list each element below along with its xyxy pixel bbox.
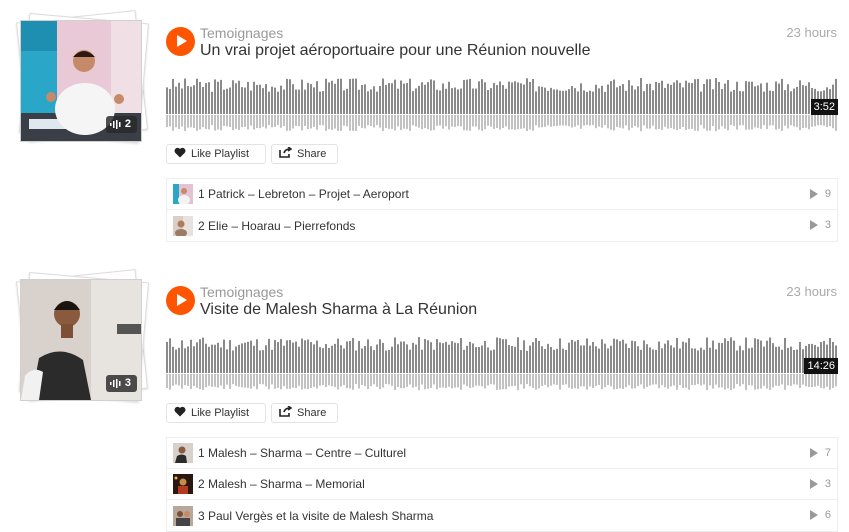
track-title: 3 Paul Vergès et la visite de Malesh Sha…: [198, 508, 434, 523]
playlist-user[interactable]: Temoignages: [200, 25, 283, 41]
share-icon: [279, 405, 293, 420]
track-list: 1 Patrick – Lebreton – Projet – Aeroport…: [166, 178, 838, 242]
share-label: Share: [297, 407, 327, 419]
track-title: 1 Malesh – Sharma – Centre – Culturel: [198, 446, 407, 460]
track-row[interactable]: 3 Paul Vergès et la visite de Malesh Sha…: [167, 500, 837, 531]
like-label: Like Playlist: [191, 148, 250, 160]
waveform[interactable]: [166, 76, 838, 132]
track-row[interactable]: 2 Elie – Hoarau – Pierrefonds 3: [167, 210, 837, 241]
playlist-artwork[interactable]: 2: [14, 8, 150, 148]
playlist-timestamp: 23 hours: [786, 25, 837, 40]
track-list: 1 Malesh – Sharma – Centre – Culturel 7 …: [166, 437, 838, 532]
play-count: 7: [824, 447, 831, 459]
track-plays: 3: [809, 469, 831, 499]
track-count-badge: 3: [105, 375, 137, 392]
share-icon: [279, 146, 293, 161]
play-button[interactable]: [166, 286, 195, 315]
duration-label: 14:26: [804, 358, 838, 374]
waveform-count-icon: [109, 379, 121, 388]
track-plays: 7: [809, 438, 831, 468]
play-count-icon: [809, 510, 818, 520]
track-row[interactable]: 1 Malesh – Sharma – Centre – Culturel 7: [167, 438, 837, 469]
share-label: Share: [297, 148, 327, 160]
playlist-artwork[interactable]: 3: [14, 267, 150, 407]
like-playlist-button[interactable]: Like Playlist: [166, 403, 266, 423]
playlist-title[interactable]: Visite de Malesh Sharma à La Réunion: [200, 301, 477, 319]
play-count: 9: [824, 188, 831, 200]
track-plays: 6: [809, 500, 831, 530]
artwork-image: 3: [20, 279, 142, 401]
track-title: 2 Malesh – Sharma – Memorial: [198, 477, 365, 491]
share-button[interactable]: Share: [271, 403, 338, 423]
track-plays: 9: [809, 179, 831, 209]
play-count: 3: [824, 478, 831, 490]
track-title: 2 Elie – Hoarau – Pierrefonds: [198, 218, 356, 233]
track-thumbnail: [173, 184, 193, 204]
playlist-timestamp: 23 hours: [786, 284, 837, 299]
play-count-icon: [809, 448, 818, 458]
waveform-count-icon: [109, 120, 121, 129]
track-plays: 3: [809, 210, 831, 240]
play-count: 6: [824, 509, 831, 521]
play-count-icon: [809, 220, 818, 230]
playlist-title[interactable]: Un vrai projet aéroportuaire pour une Ré…: [200, 42, 590, 60]
heart-icon: [174, 406, 186, 420]
share-button[interactable]: Share: [271, 144, 338, 164]
play-count-icon: [809, 479, 818, 489]
playlist-user[interactable]: Temoignages: [200, 284, 283, 300]
track-title: 1 Patrick – Lebreton – Projet – Aeroport: [198, 187, 409, 201]
like-label: Like Playlist: [191, 407, 250, 419]
track-thumbnail: [173, 474, 193, 494]
waveform[interactable]: [166, 335, 838, 391]
track-thumbnail: [173, 505, 193, 526]
track-row[interactable]: 1 Patrick – Lebreton – Projet – Aeroport…: [167, 179, 837, 210]
artwork-image: 2: [20, 20, 142, 142]
play-button[interactable]: [166, 27, 195, 56]
heart-icon: [174, 147, 186, 161]
track-count-badge: 2: [105, 116, 137, 133]
track-row[interactable]: 2 Malesh – Sharma – Memorial 3: [167, 469, 837, 500]
duration-label: 3:52: [810, 99, 838, 115]
track-thumbnail: [173, 443, 193, 463]
play-count-icon: [809, 189, 818, 199]
play-count: 3: [824, 219, 831, 231]
track-count: 3: [124, 377, 131, 389]
track-count: 2: [124, 118, 131, 130]
track-thumbnail: [173, 215, 193, 236]
like-playlist-button[interactable]: Like Playlist: [166, 144, 266, 164]
